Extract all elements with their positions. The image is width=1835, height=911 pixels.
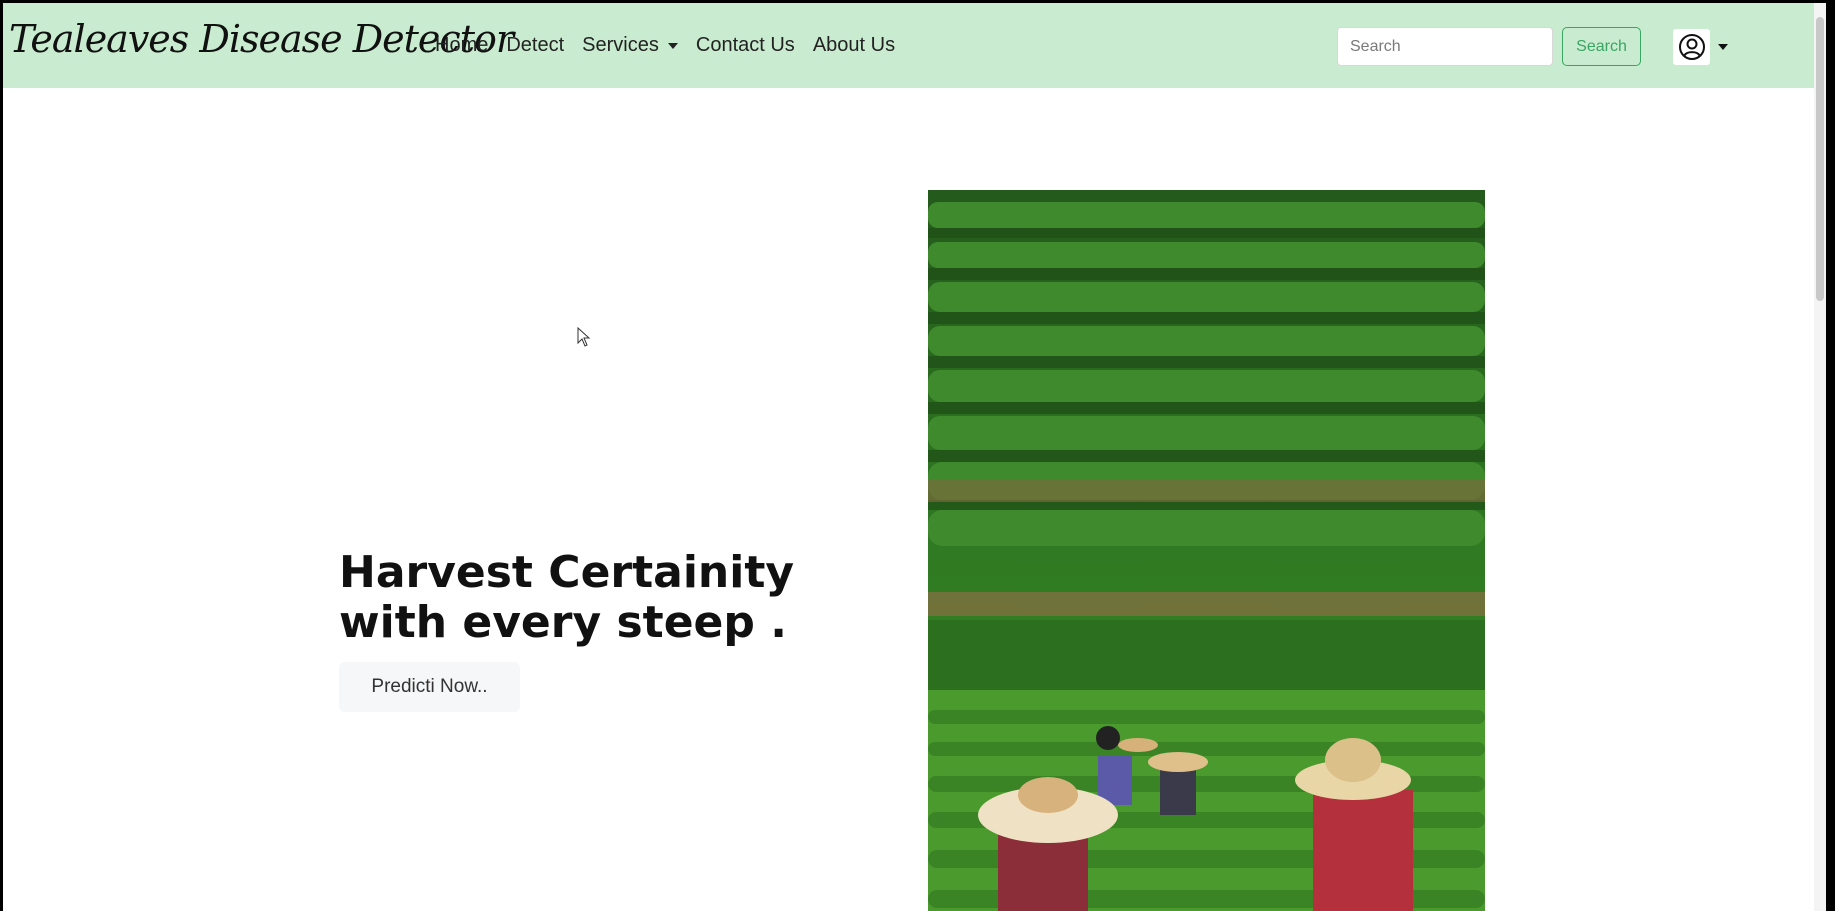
chevron-down-icon	[667, 42, 678, 49]
avatar	[1673, 29, 1710, 65]
chevron-down-icon	[1718, 44, 1728, 50]
page-scrollbar[interactable]	[1814, 3, 1826, 911]
nav-link-contact-us[interactable]: Contact Us	[696, 34, 795, 57]
nav-links: Home Detect Services Contact Us About Us	[435, 3, 895, 88]
user-menu-dropdown[interactable]	[1673, 29, 1728, 65]
nav-link-home[interactable]: Home	[435, 34, 488, 57]
nav-link-detect[interactable]: Detect	[506, 34, 564, 57]
mouse-cursor-icon	[577, 327, 591, 347]
nav-link-services-label: Services	[582, 34, 659, 56]
user-circle-icon	[1678, 34, 1705, 60]
browser-viewport: Tealeaves Disease Detector Home Detect S…	[3, 3, 1826, 911]
hero-title: Harvest Certainity with every steep .	[339, 547, 795, 648]
nav-link-about-us[interactable]: About Us	[813, 34, 895, 57]
nav-link-services[interactable]: Services	[582, 34, 678, 57]
predict-now-button[interactable]: Predicti Now..	[339, 662, 520, 712]
navbar: Tealeaves Disease Detector Home Detect S…	[3, 3, 1826, 88]
tea-plantation-illustration	[928, 190, 1485, 911]
scrollbar-thumb[interactable]	[1816, 17, 1824, 301]
search-button[interactable]: Search	[1562, 27, 1641, 66]
tea-plantation-image	[928, 190, 1485, 911]
search-input[interactable]	[1337, 27, 1553, 66]
